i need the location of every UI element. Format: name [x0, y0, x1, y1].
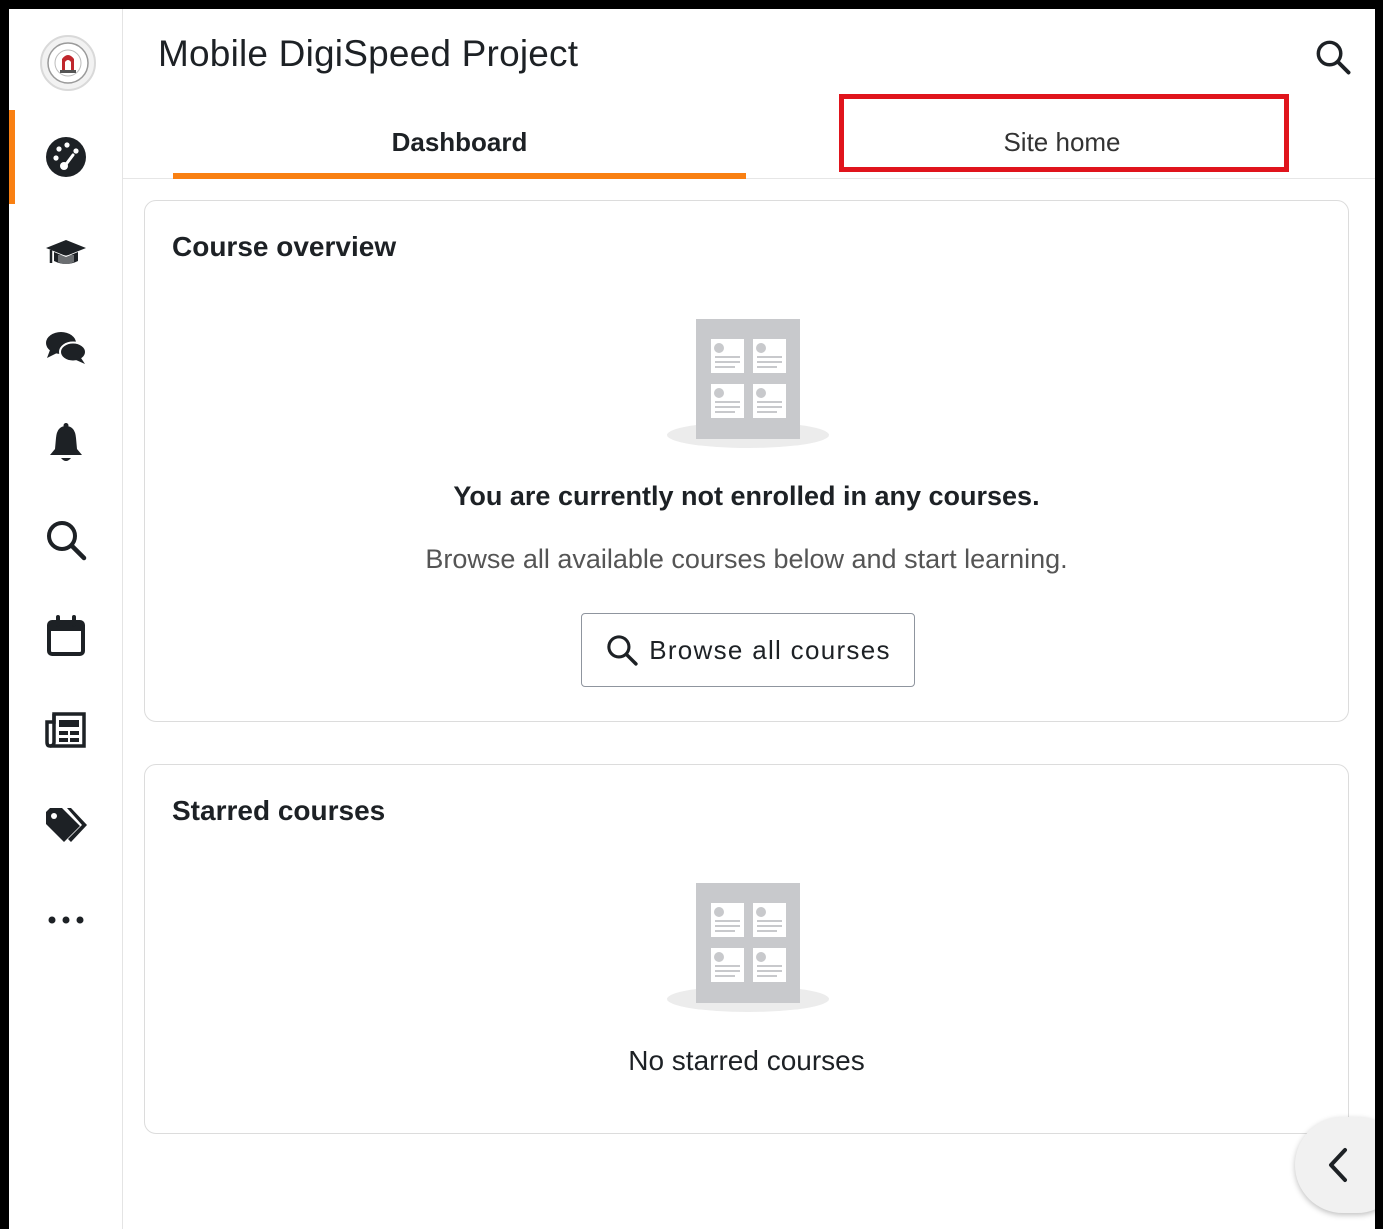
not-enrolled-heading: You are currently not enrolled in any co… — [453, 481, 1040, 511]
not-enrolled-subtext: Browse all available courses below and s… — [425, 544, 1068, 574]
sidebar-item-notifications[interactable] — [9, 397, 123, 491]
chat-bubbles-icon — [46, 332, 87, 364]
search-icon — [47, 521, 87, 561]
sidebar-item-news[interactable] — [9, 683, 123, 777]
tags-icon — [46, 808, 87, 842]
tab-site-home[interactable]: Site home — [837, 105, 1287, 179]
starred-courses-title: Starred courses — [172, 795, 386, 826]
sidebar-item-tags[interactable] — [9, 779, 123, 873]
empty-courses-illustration-icon — [667, 319, 829, 448]
tab-site-home-label: Site home — [1003, 126, 1121, 157]
chevron-left-icon — [1329, 1148, 1347, 1182]
tab-dashboard-label: Dashboard — [391, 126, 528, 157]
university-seal-icon — [47, 42, 89, 84]
search-icon — [607, 635, 638, 666]
search-icon — [1316, 40, 1351, 75]
sidebar-item-messages[interactable] — [9, 301, 123, 395]
sidebar — [9, 9, 123, 1229]
browse-all-courses-label: Browse all courses — [649, 634, 891, 665]
drawer-toggle-button[interactable] — [1295, 1117, 1375, 1213]
sidebar-item-calendar[interactable] — [9, 589, 123, 683]
newspaper-icon — [45, 712, 86, 748]
top-header: Mobile DigiSpeed Project Dashboard Site … — [123, 9, 1375, 179]
sidebar-item-my-courses[interactable] — [9, 206, 123, 300]
no-starred-courses-text: No starred courses — [628, 1045, 865, 1076]
more-dots-icon — [48, 916, 84, 924]
bell-icon — [50, 423, 82, 461]
course-overview-card: Course overview You are currently not en… — [144, 200, 1349, 722]
graduation-cap-icon — [46, 240, 86, 264]
tab-dashboard[interactable]: Dashboard — [173, 105, 746, 179]
calendar-icon — [47, 615, 85, 656]
sidebar-item-dashboard[interactable] — [9, 110, 123, 204]
sidebar-item-search[interactable] — [9, 493, 123, 587]
empty-starred-illustration-icon — [667, 883, 829, 1012]
university-logo — [40, 35, 96, 91]
header-search-button[interactable] — [1311, 35, 1355, 79]
sidebar-item-more[interactable] — [9, 873, 123, 967]
dashboard-gauge-icon — [46, 137, 86, 177]
page-title: Mobile DigiSpeed Project — [158, 33, 579, 74]
starred-courses-card: Starred courses No starred courses — [144, 764, 1349, 1134]
browse-all-courses-button[interactable]: Browse all courses — [581, 613, 915, 687]
app-frame: Mobile DigiSpeed Project Dashboard Site … — [9, 9, 1375, 1229]
course-overview-title: Course overview — [172, 231, 397, 262]
